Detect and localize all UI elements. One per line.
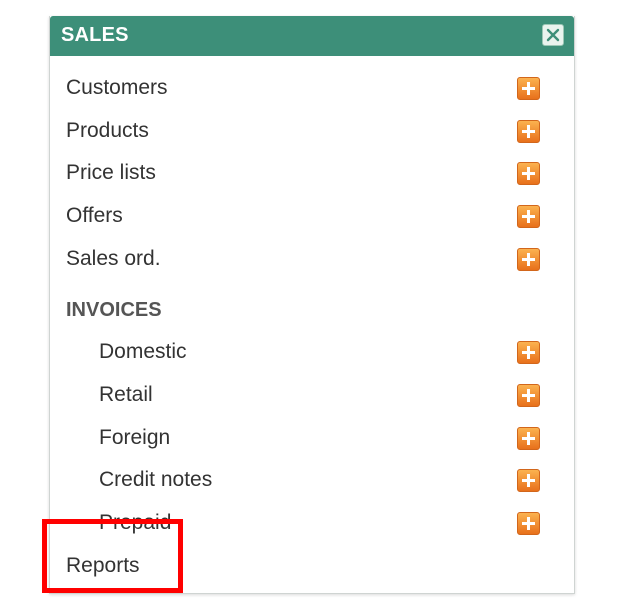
sales-menu-panel: SALES Customers Products Price lists Off… — [49, 16, 575, 594]
add-icon[interactable] — [517, 205, 540, 228]
add-icon[interactable] — [517, 162, 540, 185]
menu-item-label: Customers — [66, 76, 168, 99]
menu-item-label: Retail — [99, 383, 153, 406]
section-heading-invoices: INVOICES — [66, 299, 162, 321]
add-icon[interactable] — [517, 512, 540, 535]
menu-item-customers[interactable]: Customers — [50, 68, 574, 108]
menu-item-label: Sales ord. — [66, 247, 161, 270]
menu-item-offers[interactable]: Offers — [50, 196, 574, 236]
menu-item-price-lists[interactable]: Price lists — [50, 153, 574, 193]
panel-title: SALES — [61, 24, 129, 46]
menu-item-label: Price lists — [66, 161, 156, 184]
menu-item-foreign[interactable]: Foreign — [50, 418, 574, 458]
close-icon[interactable] — [542, 24, 564, 46]
add-icon[interactable] — [517, 469, 540, 492]
add-icon[interactable] — [517, 120, 540, 143]
menu-item-sales-orders[interactable]: Sales ord. — [50, 239, 574, 279]
menu-item-label: Offers — [66, 204, 123, 227]
menu-item-products[interactable]: Products — [50, 111, 574, 151]
add-icon[interactable] — [517, 248, 540, 271]
menu-item-label: Foreign — [99, 426, 171, 449]
panel-header: SALES — [50, 16, 574, 56]
add-icon[interactable] — [517, 341, 540, 364]
highlight-box — [42, 519, 183, 593]
menu-item-retail[interactable]: Retail — [50, 375, 574, 415]
menu-item-label: Products — [66, 119, 149, 142]
menu-item-label: Domestic — [99, 340, 187, 363]
menu-item-credit-notes[interactable]: Credit notes — [50, 460, 574, 500]
add-icon[interactable] — [517, 384, 540, 407]
add-icon[interactable] — [517, 427, 540, 450]
add-icon[interactable] — [517, 77, 540, 100]
menu-item-label: Credit notes — [99, 468, 213, 491]
menu-item-domestic[interactable]: Domestic — [50, 332, 574, 372]
